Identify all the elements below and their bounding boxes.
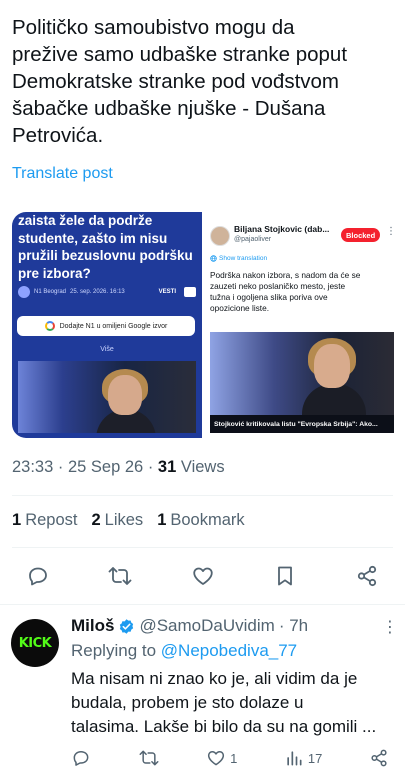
repost-icon <box>108 567 132 585</box>
reply-button[interactable] <box>25 563 51 589</box>
like-button[interactable] <box>190 563 216 589</box>
reply-header: Miloš @SamoDaUvidim · 7h <box>71 616 308 636</box>
quoted-avatar <box>210 226 230 246</box>
reply-icon <box>29 567 47 586</box>
post-text: Političko samoubistvo mogu da preživе sa… <box>12 16 348 147</box>
divider <box>12 495 393 496</box>
photo-caption: Stojković kritikovala listu "Evropska Sr… <box>210 415 394 433</box>
show-translation-label: Show translation <box>219 255 268 262</box>
show-translation: Show translation <box>210 255 267 262</box>
reply-reply-button[interactable] <box>71 748 91 768</box>
views-count: 31 <box>157 458 177 476</box>
bookmark-button[interactable] <box>272 563 298 589</box>
share-button[interactable] <box>354 563 380 589</box>
reply-like-button[interactable]: 1 <box>206 748 237 768</box>
reply-views-count: 17 <box>307 750 323 766</box>
views-icon <box>287 751 302 766</box>
reply-text: Ma nisam ni znao ko je, ali vidim da je … <box>71 669 377 736</box>
flag-icon <box>184 287 196 297</box>
post-time: 23:33 <box>12 458 54 476</box>
quoted-photo: Stojković kritikovala listu "Evropska Sr… <box>210 332 394 433</box>
article-photo <box>18 361 196 433</box>
bookmarks-stat[interactable]: 1 Bookmark <box>157 511 244 530</box>
verified-icon <box>120 618 134 634</box>
google-source-button: Dodajte N1 u omiljeni Google izvor <box>17 316 195 336</box>
reply-share-button[interactable] <box>369 748 389 768</box>
translate-post-link[interactable]: Translate post <box>12 165 113 183</box>
reposts-label: Repost <box>25 511 78 529</box>
article-headline: zaista žele da podrže studente, zašto im… <box>18 213 193 281</box>
source-logo-icon <box>18 286 30 298</box>
like-icon <box>208 751 225 766</box>
blocked-badge: Blocked <box>341 228 381 242</box>
replying-handle-link[interactable]: @Nepobediva_77 <box>161 641 297 660</box>
article-source-row: N1 Beograd 25. sep. 2026. 16:13 VESTI <box>18 284 196 300</box>
share-icon <box>357 565 377 587</box>
divider <box>12 547 393 548</box>
like-icon <box>192 567 213 585</box>
quoted-handle: @pajaoliver <box>234 236 272 243</box>
reply-like-count: 1 <box>230 750 238 766</box>
post-date: 25 Sep 26 <box>67 458 144 476</box>
replying-to: Replying to @Nepobediva_77 <box>71 641 297 661</box>
bookmarks-count: 1 <box>157 511 167 529</box>
reply-author-name[interactable]: Miloš <box>71 616 114 636</box>
likes-count: 2 <box>91 511 101 529</box>
google-source-label: Dodajte N1 u omiljeni Google izvor <box>59 322 168 330</box>
quoted-name: Biljana Stojkovic (dab... <box>234 224 330 234</box>
reply-time: · 7h <box>278 616 309 635</box>
reply-actions: 1 17 <box>71 748 389 768</box>
translate-icon <box>210 255 217 262</box>
reply-post[interactable]: KICK Miloš @SamoDaUvidim · 7h ⋮ Replying… <box>0 605 405 774</box>
avatar[interactable]: KICK <box>11 619 59 667</box>
bookmarks-label: Bookmark <box>170 511 245 529</box>
reply-author-handle[interactable]: @SamoDaUvidim <box>139 616 274 636</box>
reply-more-icon[interactable]: ⋮ <box>382 617 398 637</box>
reply-views-button[interactable]: 17 <box>284 748 322 768</box>
reposts-count: 1 <box>12 511 22 529</box>
share-icon <box>371 749 387 767</box>
likes-label: Likes <box>104 511 144 529</box>
reply-repost-button[interactable] <box>138 748 160 768</box>
bookmark-icon <box>277 566 292 586</box>
reply-icon <box>73 751 89 766</box>
media-image-right[interactable]: Biljana Stojkovic (dab... @pajaoliver Bl… <box>206 212 397 438</box>
post-actions <box>0 560 405 592</box>
repost-button[interactable] <box>107 563 133 589</box>
article-tag: VESTI <box>158 289 176 295</box>
quoted-text: Podrška nakon izbora, s nadom da će se z… <box>210 270 361 313</box>
media-image-left[interactable]: zaista žele da podrže studente, zašto im… <box>12 212 202 438</box>
article-date: 25. sep. 2026. 16:13 <box>70 289 125 295</box>
post-meta: 23:33 · 25 Sep 26 · 31 Views <box>12 458 225 476</box>
views-label: Views <box>180 458 225 476</box>
repost-icon <box>139 750 159 766</box>
google-icon <box>44 321 55 331</box>
post-media[interactable]: zaista žele da podrže studente, zašto im… <box>12 212 397 438</box>
replying-prefix: Replying to <box>71 641 161 660</box>
article-source: N1 Beograd <box>34 289 67 295</box>
likes-stat[interactable]: 2 Likes <box>91 511 143 530</box>
more-icon: ⋮ <box>386 226 396 237</box>
avatar-text: KICK <box>18 635 52 651</box>
article-more: Više <box>100 346 114 353</box>
reposts-stat[interactable]: 1 Repost <box>12 511 77 530</box>
post-stats: 1 Repost 2 Likes 1 Bookmark <box>12 511 245 530</box>
